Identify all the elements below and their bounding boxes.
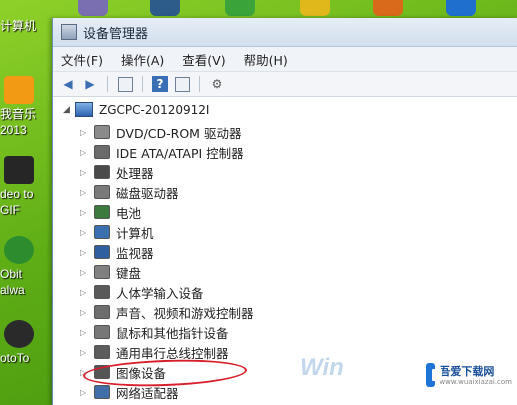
device-manager-icon (61, 24, 77, 40)
tree-node[interactable]: ▷ 磁盘驱动器 (80, 182, 179, 202)
tree-node[interactable]: ▷ IDE ATA/ATAPI 控制器 (80, 142, 244, 162)
expand-arrow-icon[interactable]: ▷ (80, 228, 92, 237)
network-adapter-icon (94, 385, 110, 399)
computer-root-icon (75, 102, 93, 117)
properties-icon[interactable] (117, 76, 133, 92)
tree-node-label: 处理器 (116, 165, 154, 181)
desktop-icon-music[interactable]: 我音乐 2013 (0, 76, 52, 138)
tree-node-label: 电池 (116, 205, 142, 221)
ide-controller-icon (94, 145, 110, 159)
help-icon[interactable]: ? (152, 76, 168, 92)
root-label: ZGCPC-20120912I (99, 102, 210, 117)
taskbar-icon-6[interactable] (446, 0, 476, 16)
expand-arrow-icon[interactable]: ▷ (80, 208, 92, 217)
photo-app-icon (4, 320, 34, 348)
toolbar-separator (199, 76, 200, 92)
tree-node-label: DVD/CD-ROM 驱动器 (116, 125, 242, 141)
dvd-drive-icon (94, 125, 110, 139)
forward-arrow-icon[interactable]: ▶ (82, 76, 98, 92)
toolbar: ◀ ▶ ? ⚙ (53, 72, 517, 97)
expand-arrow-icon[interactable]: ▷ (80, 268, 92, 277)
battery-icon (94, 205, 110, 219)
menu-file[interactable]: 文件(F) (53, 50, 113, 69)
menu-action[interactable]: 操作(A) (113, 50, 174, 69)
tree-node-label: 键盘 (116, 265, 142, 281)
taskbar-icon-3[interactable] (225, 0, 255, 16)
tree-node[interactable]: ▷ 键盘 (80, 262, 141, 282)
mouse-icon (94, 325, 110, 339)
expand-arrow-icon[interactable]: ▷ (80, 188, 92, 197)
tree-root[interactable]: ◢ ZGCPC-20120912I (63, 102, 209, 117)
watermark-logo: 吾爱下载网 www.wuaixiazai.com (420, 355, 512, 395)
expand-arrow-icon[interactable]: ▷ (80, 328, 92, 337)
title-bar[interactable]: 设备管理器 (53, 18, 517, 47)
hid-icon (94, 285, 110, 299)
tree-node-label: 计算机 (116, 225, 154, 241)
processor-icon (94, 165, 110, 179)
expand-arrow-icon[interactable]: ▷ (80, 248, 92, 257)
site-logo-icon (426, 363, 443, 387)
disk-drive-icon (94, 185, 110, 199)
menu-bar: 文件(F) 操作(A) 查看(V) 帮助(H) (53, 47, 517, 72)
desktop-icon-gif[interactable]: deo to GIF (0, 156, 52, 218)
taskbar-icon-1[interactable] (78, 0, 108, 16)
desktop-icon-label: 我音乐 2013 (0, 107, 37, 137)
watermark-url: www.wuaixiazai.com (439, 377, 512, 386)
tree-node[interactable]: ▷ 处理器 (80, 162, 154, 182)
desktop-icon-label: Obit alwa (0, 267, 25, 297)
tree-node[interactable]: ▷ 鼠标和其他指针设备 (80, 322, 229, 342)
expand-arrow-icon[interactable]: ◢ (63, 105, 75, 115)
watermark-text: Win (300, 354, 344, 381)
device-icon[interactable]: ⚙ (209, 76, 225, 92)
expand-arrow-icon[interactable]: ▷ (80, 148, 92, 157)
sound-icon (94, 305, 110, 319)
tree-node-label: 声音、视频和游戏控制器 (116, 305, 254, 321)
menu-view[interactable]: 查看(V) (174, 50, 235, 69)
tree-node[interactable]: ▷ 电池 (80, 202, 141, 222)
iobit-app-icon (4, 236, 34, 264)
expand-arrow-icon[interactable]: ▷ (80, 288, 92, 297)
computer-icon (94, 225, 110, 239)
taskbar-icon-4[interactable] (300, 0, 330, 16)
tree-node-label: 通用串行总线控制器 (116, 345, 229, 361)
desktop-icon-label: otoTo (0, 351, 30, 365)
expand-arrow-icon[interactable]: ▷ (80, 308, 92, 317)
tree-node-label: 人体学输入设备 (116, 285, 204, 301)
expand-arrow-icon[interactable]: ▷ (80, 388, 92, 397)
taskbar-icon-2[interactable] (150, 0, 180, 16)
device-manager-window: 设备管理器 文件(F) 操作(A) 查看(V) 帮助(H) ◀ ▶ ? ⚙ ◢ … (52, 18, 517, 405)
tree-node[interactable]: ▷ 声音、视频和游戏控制器 (80, 302, 254, 322)
menu-help[interactable]: 帮助(H) (236, 50, 298, 69)
window-title: 设备管理器 (83, 26, 149, 42)
keyboard-icon (94, 265, 110, 279)
desktop-icon-computer[interactable]: 计算机 (0, 18, 52, 34)
desktop-icon-iobit[interactable]: Obit alwa (0, 236, 52, 298)
watermark-site: 吾爱下载网 (439, 364, 495, 378)
expand-arrow-icon[interactable]: ▷ (80, 168, 92, 177)
back-arrow-icon[interactable]: ◀ (60, 76, 76, 92)
taskbar-icon-5[interactable] (373, 0, 403, 16)
view-icon[interactable] (174, 76, 190, 92)
desktop-icon-label: 计算机 (0, 19, 37, 33)
gif-app-icon (4, 156, 34, 184)
tree-node[interactable]: ▷ 通用串行总线控制器 (80, 342, 229, 362)
tree-node[interactable]: ▷ 计算机 (80, 222, 154, 242)
usb-controller-icon (94, 345, 110, 359)
music-app-icon (4, 76, 34, 104)
toolbar-separator (142, 76, 143, 92)
toolbar-separator (107, 76, 108, 92)
tree-node-label: 磁盘驱动器 (116, 185, 179, 201)
expand-arrow-icon[interactable]: ▷ (80, 348, 92, 357)
tree-node-label: IDE ATA/ATAPI 控制器 (116, 145, 244, 161)
expand-arrow-icon[interactable]: ▷ (80, 128, 92, 137)
desktop-icon-label: deo to GIF (0, 187, 34, 217)
monitor-icon (94, 245, 110, 259)
tree-node[interactable]: ▷ 人体学输入设备 (80, 282, 204, 302)
desktop-icon-photo[interactable]: otoTo (0, 320, 52, 366)
tree-node[interactable]: ▷ 监视器 (80, 242, 154, 262)
tree-node-label: 监视器 (116, 245, 154, 261)
tree-node[interactable]: ▷ DVD/CD-ROM 驱动器 (80, 122, 241, 142)
tree-node-label: 鼠标和其他指针设备 (116, 325, 229, 341)
